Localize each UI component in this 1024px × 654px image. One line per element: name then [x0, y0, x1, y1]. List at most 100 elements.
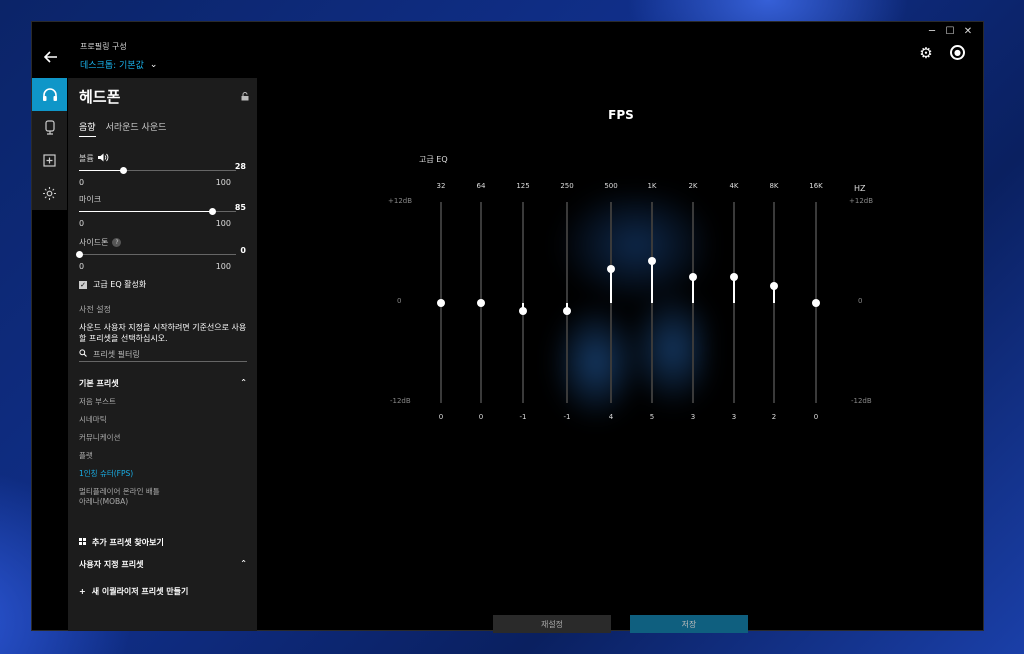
close-button[interactable]: ✕ — [959, 24, 977, 38]
sidetone-label: 사이드톤 — [79, 238, 109, 247]
preset-item-moba-line2[interactable]: 아레나(MOBA) — [79, 496, 247, 514]
eq-band-fill — [733, 277, 735, 303]
device-nav — [32, 78, 67, 210]
preset-item-flat[interactable]: 플랫 — [79, 450, 247, 468]
eq-band-2K[interactable]: 2K 3 — [683, 182, 703, 422]
eq-band-track[interactable] — [773, 202, 775, 403]
volume-slider-group: 볼륨 28 0 100 — [79, 153, 246, 187]
eq-band-freq-label: 4K — [729, 182, 739, 190]
eq-band-thumb[interactable] — [477, 298, 485, 307]
mic-min: 0 — [79, 219, 85, 228]
eq-band-value: 2 — [771, 413, 777, 421]
preset-item-fps[interactable]: 1인칭 슈터(FPS) — [79, 468, 247, 486]
eq-band-32[interactable]: 32 0 — [431, 182, 451, 422]
preset-item-bass-boost[interactable]: 저음 부스트 — [79, 396, 247, 414]
tab-sound[interactable]: 음향 — [79, 120, 96, 137]
current-preset-title: FPS — [608, 108, 634, 122]
eq-band-thumb[interactable] — [563, 306, 571, 315]
eq-band-track[interactable] — [610, 202, 612, 403]
eq-band-freq-label: 500 — [604, 182, 618, 190]
microphone-nav-icon[interactable] — [32, 111, 67, 144]
volume-label: 볼륨 — [79, 154, 94, 163]
browse-more-presets[interactable]: 추가 프리셋 찾아보기 — [79, 537, 164, 548]
maximize-button[interactable]: ☐ — [941, 24, 959, 38]
plus-icon: + — [79, 587, 86, 596]
chevron-down-icon: ⌄ — [149, 59, 158, 70]
custom-presets-heading: 사용자 지정 프리셋 — [79, 560, 144, 569]
eq-band-thumb[interactable] — [648, 256, 656, 265]
advanced-eq-checkbox[interactable]: ✓ — [79, 280, 87, 289]
eq-band-64[interactable]: 64 0 — [471, 182, 491, 422]
eq-band-freq-label: 2K — [688, 182, 698, 190]
eq-band-thumb[interactable] — [730, 273, 738, 282]
profile-value: 데스크톱: 기본값 — [80, 61, 144, 71]
account-avatar-icon[interactable]: ● — [950, 45, 965, 60]
eq-band-250[interactable]: 250 -1 — [557, 182, 577, 422]
reset-button[interactable]: 재설정 — [493, 615, 611, 633]
eq-band-value: 4 — [608, 413, 614, 421]
eq-band-thumb[interactable] — [770, 281, 778, 290]
sidetone-slider[interactable]: 0 — [76, 246, 246, 262]
sidetone-value: 0 — [240, 246, 246, 255]
advanced-eq-label: 고급 EQ 활성화 — [93, 280, 147, 289]
mic-slider-group: 마이크 85 0 100 — [79, 194, 246, 228]
eq-band-4K[interactable]: 4K 3 — [724, 182, 744, 422]
eq-main-area: FPS 고급 EQ +12dB 0 -12dB HZ +12dB 0 -12dB… — [258, 78, 984, 633]
eq-band-freq-label: 32 — [436, 182, 446, 190]
eq-band-value: 0 — [438, 413, 444, 421]
eq-band-16K[interactable]: 16K 0 — [806, 182, 826, 422]
help-icon[interactable]: ? — [112, 238, 122, 247]
eq-band-value: 0 — [478, 413, 484, 421]
mic-slider-thumb[interactable] — [209, 208, 217, 215]
add-assignment-icon[interactable] — [32, 144, 67, 177]
settings-gear-icon[interactable]: ⚙ — [918, 44, 934, 62]
eq-band-track[interactable] — [733, 202, 735, 403]
eq-band-thumb[interactable] — [607, 265, 615, 273]
eq-band-value: 3 — [690, 413, 696, 421]
default-presets-heading: 기본 프리셋 — [79, 379, 119, 388]
new-eq-label: 새 이퀄라이저 프리셋 만들기 — [91, 587, 189, 596]
profile-dropdown[interactable]: 데스크톱: 기본값 ⌄ — [80, 58, 158, 72]
eq-band-8K[interactable]: 8K 2 — [764, 182, 784, 422]
preset-item-cinematic[interactable]: 시네마틱 — [79, 414, 247, 432]
mic-value: 85 — [234, 203, 246, 212]
eq-band-thumb[interactable] — [437, 298, 445, 307]
unlock-icon[interactable] — [241, 92, 249, 104]
mic-max: 100 — [215, 219, 231, 228]
save-button[interactable]: 저장 — [630, 615, 748, 633]
eq-band-125[interactable]: 125 -1 — [513, 182, 533, 422]
volume-min: 0 — [79, 178, 85, 187]
headphones-nav-icon[interactable] — [32, 78, 67, 111]
preset-item-moba-line1[interactable]: 멀티플레이어 온라인 배틀 — [79, 486, 247, 496]
eq-band-freq-label: 64 — [476, 182, 486, 190]
eq-band-fill — [651, 260, 653, 303]
eq-band-thumb[interactable] — [812, 298, 820, 307]
mic-slider[interactable]: 85 — [79, 203, 246, 219]
new-eq-preset-button[interactable]: + 새 이퀄라이저 프리셋 만들기 — [79, 586, 188, 597]
default-presets-header[interactable]: 기본 프리셋 ⌃ — [79, 378, 247, 389]
minimize-button[interactable]: ─ — [923, 24, 941, 38]
profile-selector[interactable]: 프로필링 구성 데스크톱: 기본값 ⌄ — [80, 41, 157, 71]
settings-panel: 헤드폰 음향 서라운드 사운드 볼륨 28 0 100 마이크 85 0 100… — [68, 78, 257, 631]
eq-band-track[interactable] — [692, 202, 694, 403]
eq-band-track[interactable] — [651, 202, 653, 403]
eq-band-1K[interactable]: 1K 5 — [642, 182, 662, 422]
advanced-eq-toggle[interactable]: ✓ 고급 EQ 활성화 — [79, 279, 146, 290]
custom-presets-header[interactable]: 사용자 지정 프리셋 ⌃ — [79, 559, 247, 570]
sidetone-slider-thumb[interactable] — [76, 251, 83, 258]
preset-description: 사운드 사용자 지정을 시작하려면 기준선으로 사용할 프리셋을 선택하십시오. — [79, 323, 247, 343]
volume-slider-thumb[interactable] — [119, 167, 127, 174]
eq-band-thumb[interactable] — [689, 273, 697, 282]
preset-item-communication[interactable]: 커뮤니케이션 — [79, 432, 247, 450]
tab-surround[interactable]: 서라운드 사운드 — [106, 120, 167, 137]
volume-slider[interactable]: 28 — [79, 162, 246, 178]
back-arrow-icon[interactable] — [40, 46, 62, 68]
eq-band-freq-label: 1K — [647, 182, 657, 190]
db-bottom-left: -12dB — [390, 397, 411, 405]
eq-band-500[interactable]: 500 4 — [601, 182, 621, 422]
eq-band-thumb[interactable] — [519, 306, 527, 315]
lighting-nav-icon[interactable] — [32, 177, 67, 210]
eq-band-freq-label: 250 — [560, 182, 574, 190]
preset-filter-input[interactable]: 프리셋 필터링 — [79, 347, 247, 362]
preset-filter-placeholder: 프리셋 필터링 — [93, 349, 140, 359]
